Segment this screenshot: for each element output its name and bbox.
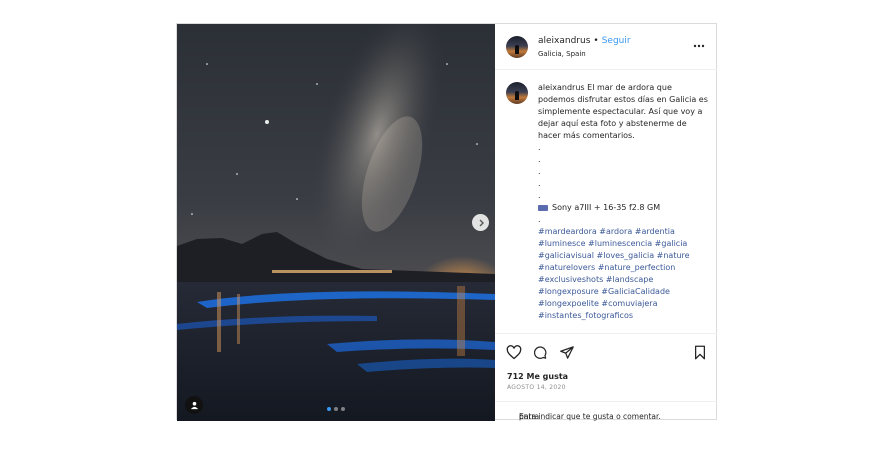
- add-comment-bar: Entra para indicar que te gusta o coment…: [495, 401, 717, 421]
- username-link[interactable]: aleixandrus: [538, 36, 590, 46]
- carousel-dot: [341, 407, 345, 411]
- caption-text: aleixandrus El mar de ardora que podemos…: [538, 82, 708, 322]
- caption-dot: .: [538, 179, 541, 188]
- comment-icon: [533, 346, 547, 359]
- next-image-button[interactable]: [472, 214, 489, 231]
- heart-icon: [506, 345, 522, 360]
- follow-button[interactable]: Seguir: [602, 36, 631, 46]
- likes-count[interactable]: 712 Me gusta: [507, 372, 568, 381]
- comment-button[interactable]: [532, 345, 548, 364]
- post-photo[interactable]: [177, 24, 495, 421]
- more-horizontal-icon: [693, 44, 705, 48]
- caption-dot: .: [538, 143, 541, 152]
- separator-dot: •: [593, 36, 599, 46]
- carousel-indicator: [327, 407, 345, 411]
- person-icon: [190, 401, 198, 409]
- save-button[interactable]: [693, 345, 707, 364]
- action-bar: [495, 334, 717, 374]
- caption-gear: Sony a7III + 16-35 f2.8 GM: [552, 203, 661, 212]
- post-date: AGOSTO 14, 2020: [507, 384, 566, 391]
- caption-dot: .: [538, 167, 541, 176]
- post-header: aleixandrus • Seguir Galicia, Spain: [495, 24, 717, 70]
- header-user-line: aleixandrus • Seguir: [538, 36, 631, 46]
- like-button[interactable]: [506, 345, 522, 364]
- avatar[interactable]: [506, 36, 528, 58]
- location-link[interactable]: Galicia, Spain: [538, 50, 586, 58]
- instagram-post: aleixandrus • Seguir Galicia, Spain aleixa…: [176, 23, 717, 421]
- bookmark-icon: [695, 345, 705, 360]
- carousel-dot: [334, 407, 338, 411]
- caption-hashtags[interactable]: #mardeardora #ardora #ardentia #luminesc…: [538, 227, 692, 320]
- share-button[interactable]: [559, 345, 575, 364]
- more-options-button[interactable]: [693, 38, 705, 51]
- night-beach-photo: [177, 24, 495, 421]
- carousel-dot: [327, 407, 331, 411]
- comments-section[interactable]: aleixandrus El mar de ardora que podemos…: [495, 70, 717, 334]
- caption-dot: .: [538, 215, 541, 224]
- caption-dot: .: [538, 191, 541, 200]
- login-prompt-text: para indicar que te gusta o comentar.: [519, 412, 661, 421]
- camera-icon: [538, 204, 548, 211]
- caption-dot: .: [538, 155, 541, 164]
- chevron-right-icon: [479, 219, 484, 226]
- caption-avatar[interactable]: [506, 82, 528, 104]
- send-icon: [560, 346, 574, 359]
- caption-username[interactable]: aleixandrus: [538, 83, 585, 92]
- tagged-users-button[interactable]: [185, 396, 203, 414]
- post-side-panel: aleixandrus • Seguir Galicia, Spain aleixa…: [495, 24, 717, 421]
